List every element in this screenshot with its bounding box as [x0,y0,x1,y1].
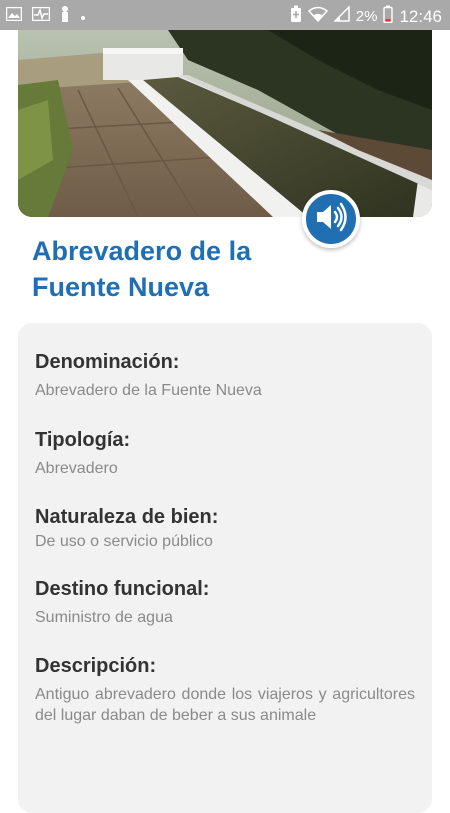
place-photo [18,30,432,217]
field-denominacion: Denominación: Abrevadero de la Fuente Nu… [35,351,415,401]
trough-photo-illustration [18,30,432,217]
place-title: Abrevadero de la Fuente Nueva [32,236,252,302]
naturaleza-label: Naturaleza de bien: [35,506,219,528]
dot-icon [80,8,86,26]
field-descripcion: Descripción: Antiguo abrevadero donde lo… [35,655,415,726]
tipologia-label: Tipología: [35,429,131,451]
activity-icon [31,6,51,26]
destino-value: Suministro de agua [35,609,173,626]
denominacion-label: Denominación: [35,351,180,373]
audio-play-button[interactable] [302,190,360,248]
status-time: 12:46 [399,6,442,26]
signal-icon [332,5,350,27]
denominacion-value: Abrevadero de la Fuente Nueva [35,382,262,399]
battery-percent: 2% [355,8,378,25]
field-naturaleza: Naturaleza de bien: De uso o servicio pú… [35,506,415,552]
speaker-icon [314,202,348,237]
wifi-icon [307,6,328,27]
battery-low-icon [383,5,394,28]
details-card: Denominación: Abrevadero de la Fuente Nu… [18,323,432,813]
person-icon [60,6,70,27]
battery-saver-icon [290,5,302,28]
status-bar: 2% 12:46 [0,0,450,30]
image-icon [5,6,23,26]
field-tipologia: Tipología: Abrevadero [35,429,415,479]
naturaleza-value: De uso o servicio público [35,533,213,550]
status-bar-right: 2% 12:46 [290,5,442,28]
field-destino: Destino funcional: Suministro de agua [35,578,415,628]
tipologia-value: Abrevadero [35,460,118,477]
descripcion-value: Antiguo abrevadero donde los viajeros y … [35,686,415,724]
destino-label: Destino funcional: [35,578,210,600]
status-bar-left [5,6,86,27]
descripcion-label: Descripción: [35,655,157,677]
